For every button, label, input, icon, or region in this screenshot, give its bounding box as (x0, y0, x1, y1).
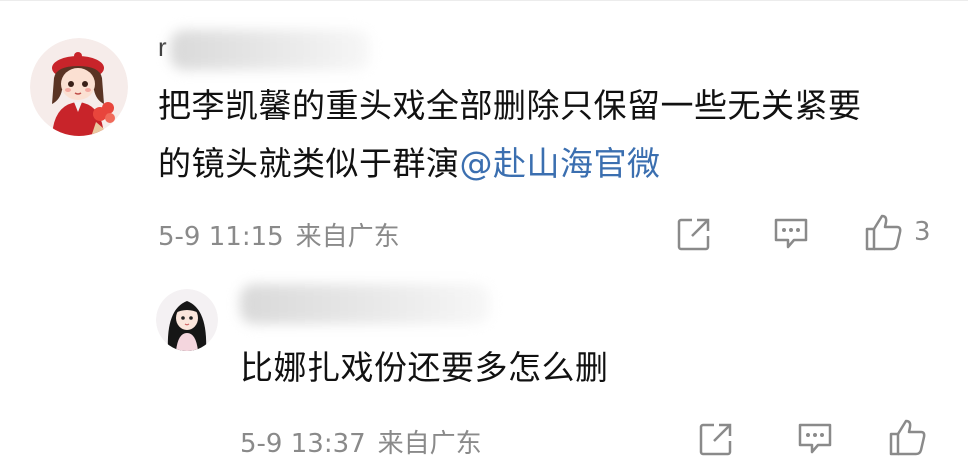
mention-link[interactable]: @赴山海官微 (460, 144, 661, 183)
share-icon (677, 218, 710, 251)
comment-text-line1: 把李凯馨的重头戏全部删除只保留一些无关紧要 (158, 86, 862, 125)
comment-meta: 5-9 11:15 来自广东 (158, 216, 400, 253)
reply-share-button[interactable] (698, 421, 734, 457)
commenter-name-blurred[interactable] (170, 30, 370, 70)
share-icon (699, 423, 732, 456)
comment-date: 5-9 11:15 (158, 222, 284, 252)
reply-text: 比娜扎戏份还要多怎么删 (240, 348, 609, 387)
reply-location: 来自广东 (377, 429, 482, 459)
replier-name-blurred[interactable] (240, 284, 490, 324)
top-divider (0, 0, 968, 1)
comment-button[interactable] (772, 216, 810, 252)
share-button[interactable] (676, 216, 712, 252)
comment-icon (798, 423, 832, 454)
replier-avatar[interactable] (156, 289, 218, 351)
comment-icon (774, 218, 808, 249)
like-button[interactable]: 3 (864, 212, 931, 252)
reply-date: 5-9 13:37 (240, 429, 366, 459)
reply-meta: 5-9 13:37 来自广东 (240, 423, 482, 460)
comment-text: 把李凯馨的重头戏全部删除只保留一些无关紧要 的镜头就类似于群演@赴山海官微 (158, 80, 938, 190)
commenter-avatar[interactable] (30, 38, 128, 136)
comment-text-line2-body: 的镜头就类似于群演 (158, 144, 460, 183)
like-icon (865, 214, 902, 251)
comment-text-line2: 的镜头就类似于群演@赴山海官微 (158, 138, 938, 190)
commenter-name-initial[interactable]: r (158, 32, 167, 63)
like-count: 3 (914, 217, 931, 247)
reply-comment-button[interactable] (796, 421, 834, 457)
comment-location: 来自广东 (295, 222, 400, 252)
like-icon (889, 419, 926, 456)
reply-like-button[interactable] (888, 417, 928, 457)
